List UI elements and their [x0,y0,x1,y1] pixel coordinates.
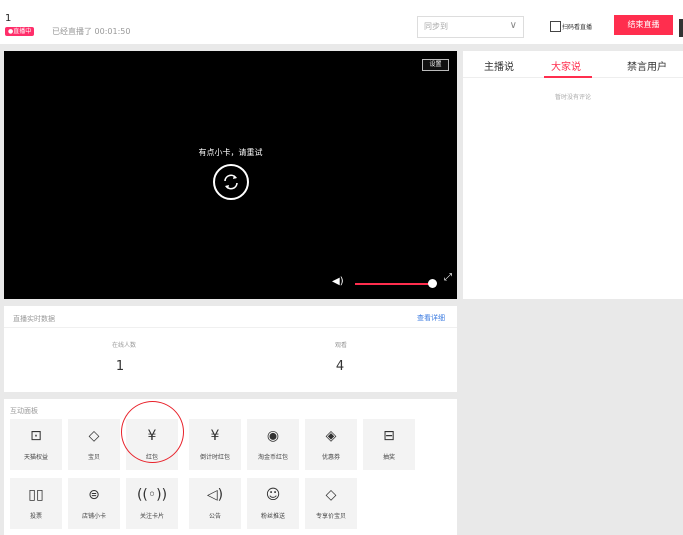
live-badge: ●直播中 [5,27,35,36]
comments-panel: 主播说 大家说 禁言用户 暂时没有评论 [463,51,683,299]
edge-button[interactable] [679,19,683,37]
views-value: 4 [335,359,345,374]
tool-coin-button[interactable]: ◉ 淘金币红包 [247,419,299,470]
tool-label: 投票 [29,513,42,520]
sync-select-value: 同步到 [424,22,448,31]
live-duration: 已经直播了 00:01:50 [52,27,131,36]
tool-exclusive-price-button[interactable]: ◇ 专享价宝贝 [305,478,357,529]
scan-qr-label: 扫码看直播 [562,24,593,31]
error-message: 有点小卡，请重试 [198,148,263,157]
qr-code-icon [550,21,561,32]
stats-header: 直播实时数据 查看详细 [4,306,457,328]
red-packet-highlight-circle [121,401,184,463]
view-details-link[interactable]: 查看详细 [417,313,445,323]
speaker-icon: ◁) [206,487,224,503]
timer-red-packet-icon: ¥ [210,428,220,444]
refresh-icon [224,174,238,190]
active-tab-indicator [544,76,592,78]
tool-label: 粉丝推送 [260,513,285,520]
tool-shop-button[interactable]: ⊜ 店铺小卡 [68,478,120,529]
chat-icon: ☺ [265,487,281,503]
volume-slider[interactable] [355,283,434,285]
tab-muted-users[interactable]: 禁言用户 [627,58,667,73]
tool-coupon-button[interactable]: ◈ 优惠券 [305,419,357,470]
fullscreen-icon[interactable]: ⤢ [444,272,452,283]
volume-icon[interactable]: ◀) [332,276,344,287]
chevron-down-icon: ∨ [509,20,517,31]
coupon-icon: ◈ [325,428,337,444]
reload-button[interactable] [213,164,249,200]
tool-tmall-button[interactable]: ⊡ 天猫权益 [10,419,62,470]
live-stats-panel: 直播实时数据 查看详细 在线人数 1 观看 4 [4,306,457,392]
tool-label: 宝贝 [87,454,100,461]
exclusive-price-icon: ◇ [325,487,337,503]
tool-label: 优惠券 [321,454,340,461]
shop-icon: ⊜ [88,487,100,503]
tool-label: 淘金币红包 [257,454,288,461]
follow-icon: ((◦)) [136,487,168,503]
empty-comments-text: 暂时没有评论 [554,94,591,101]
top-bar: 1 ●直播中 已经直播了 00:01:50 同步到 ∨ 扫码看直播 结束直播 [0,0,683,44]
comment-tabs: 主播说 大家说 禁言用户 [463,51,683,78]
tool-label: 专享价宝贝 [315,513,346,520]
volume-slider-handle[interactable] [428,279,437,288]
interaction-panel-title: 互动面板 [10,407,38,415]
tmall-icon: ⊡ [30,428,42,444]
tag-icon: ◇ [88,428,100,444]
tool-label: 公告 [208,513,221,520]
tool-vote-button[interactable]: ▯▯ 投票 [10,478,62,529]
coin-icon: ◉ [266,428,280,444]
sync-select[interactable]: 同步到 ∨ [417,16,524,38]
tool-timer-red-packet-button[interactable]: ¥ 倒计时红包 [189,419,241,470]
tool-tag-button[interactable]: ◇ 宝贝 [68,419,120,470]
video-player[interactable]: 设置 有点小卡，请重试 ◀) ⤢ [4,51,457,299]
stats-title: 直播实时数据 [13,315,55,323]
settings-button[interactable]: 设置 [422,59,449,71]
tab-anchor-says[interactable]: 主播说 [484,58,514,73]
views-label: 观看 [334,342,347,349]
tool-label: 店铺小卡 [81,513,106,520]
tool-label: 关注卡片 [139,513,164,520]
gift-box-icon: ⊟ [383,428,395,444]
tool-chat-button[interactable]: ☺ 粉丝推送 [247,478,299,529]
tool-gift-box-button[interactable]: ⊟ 抽奖 [363,419,415,470]
tool-label: 抽奖 [382,454,395,461]
end-live-button[interactable]: 结束直播 [614,15,673,35]
online-count-label: 在线人数 [111,342,136,349]
vote-icon: ▯▯ [28,487,44,503]
scan-qr-button[interactable]: 扫码看直播 [550,21,592,32]
tab-everyone-says[interactable]: 大家说 [551,58,581,73]
live-console: 1 ●直播中 已经直播了 00:01:50 同步到 ∨ 扫码看直播 结束直播 设… [0,0,683,535]
tool-label: 倒计时红包 [199,454,230,461]
stream-title: 1 [5,13,12,24]
tool-label: 天猫权益 [23,454,48,461]
online-count-value: 1 [115,359,125,374]
tool-speaker-button[interactable]: ◁) 公告 [189,478,241,529]
tool-follow-button[interactable]: ((◦)) 关注卡片 [126,478,178,529]
interaction-panel: 互动面板 ⊡ 天猫权益 ◇ 宝贝 ¥ 红包 ¥ 倒计时红包 ◉ 淘金币红包 ◈ 优惠券 ⊟ 抽奖 ▯▯ 投票 ⊜… [4,399,457,535]
